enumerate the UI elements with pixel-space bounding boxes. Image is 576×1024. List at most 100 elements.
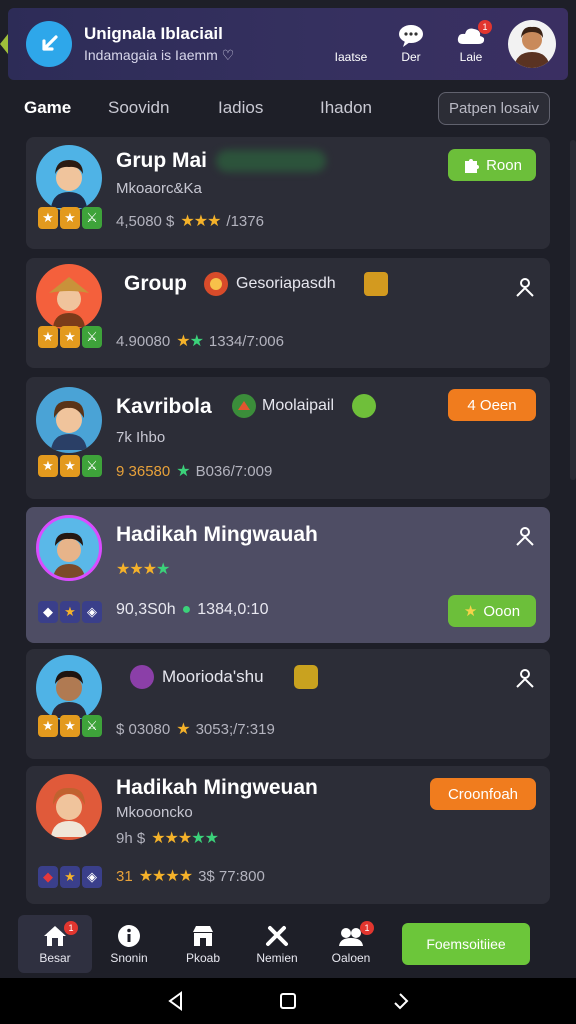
badge-chips: ★ ★ ⚔ <box>38 715 102 737</box>
profile-avatar[interactable] <box>508 20 556 68</box>
chat-icon <box>399 25 423 47</box>
nav-label: Nemien <box>256 950 298 965</box>
card-title: Hadikah Mingweuan <box>116 776 318 799</box>
badge-chips: ◆ ★ ◈ <box>38 601 102 623</box>
tab-ihadon[interactable]: Ihadon <box>320 98 410 118</box>
recents-icon[interactable] <box>390 991 410 1011</box>
member-icon[interactable] <box>514 276 536 298</box>
avatar <box>36 264 102 330</box>
header-action-label: Iaatse <box>334 50 368 64</box>
leaf-icon: ● <box>181 601 192 618</box>
card-title: Grup Mai <box>116 149 208 172</box>
list-item[interactable]: ★ ★ ⚔ Grup Mai Mkoaorc&Ka 4,5080 $ ★★★ /… <box>26 137 550 249</box>
tab-soovidn[interactable]: Soovidn <box>108 98 218 118</box>
stat-value: 4,5080 $ <box>116 212 175 230</box>
gold-star-icon: ★ <box>60 866 80 888</box>
nav-item-oaloen[interactable]: 1 Oaloen <box>314 915 388 973</box>
gold-star-icon: ★ <box>38 455 58 477</box>
notification-badge: 1 <box>360 921 374 935</box>
nav-item-snonin[interactable]: Snonin <box>92 915 166 973</box>
card-stats: 4,5080 $ ★★★ /1376 <box>116 211 264 231</box>
recommendation-button[interactable]: Foemsoitiiee <box>402 923 530 965</box>
list-item[interactable]: ◆ ★ ◈ Hadikah Mingweuan Mkoooncko 9h $ ★… <box>26 766 550 904</box>
card-stats: $ 03080 ★ 3053;/7:319 <box>116 719 275 739</box>
emblem-icon <box>204 272 228 296</box>
gold-star-icon: ★ <box>38 715 58 737</box>
app-header: Unignala Iblaciail Indamagaia is Iaemm ♡… <box>8 8 568 80</box>
coin-icon <box>352 394 376 418</box>
nav-item-besar[interactable]: 1 Besar <box>18 915 92 973</box>
gold-star-icon: ★ <box>38 207 58 229</box>
shield-icon: ◈ <box>82 866 102 888</box>
gold-star-icon: ★ <box>60 601 80 623</box>
card-tag: Moolaipail <box>262 397 335 414</box>
card-stats: 9 36580 ★ B036/7:009 <box>116 461 272 481</box>
card-subtitle-secondary: 9h $ <box>116 829 146 847</box>
stat-value: 90,3S0h <box>116 601 176 618</box>
chest-icon <box>294 665 318 689</box>
card-stats: 4.90080 ★★ 1334/7:006 <box>116 331 284 351</box>
stat-value-secondary: 3053;/7:319 <box>195 720 275 738</box>
home-square-icon[interactable] <box>279 992 297 1010</box>
gold-star-icon: ★ <box>60 455 80 477</box>
emblem-icon <box>232 394 256 418</box>
card-stats: 31 ★★★★ 3$ 77:800 <box>116 866 265 886</box>
card-subtitle: Mkoooncko <box>116 804 193 821</box>
header-action-iaatse[interactable]: Iaatse <box>324 24 378 64</box>
sword-icon: ⚔ <box>82 326 102 348</box>
scrollbar[interactable] <box>570 140 576 480</box>
app-subtitle: Indamagaia is Iaemm ♡ <box>84 47 235 63</box>
list-item[interactable]: ★ ★ ⚔ Kavribola Moolaipail 7k Ihbo 9 365… <box>26 377 550 499</box>
join-button-label: Roon <box>486 156 522 174</box>
card-subtitle: Mkoaorc&Ka <box>116 180 202 197</box>
shield-icon: ◈ <box>82 601 102 623</box>
avatar <box>36 515 102 581</box>
back-edge-arrow[interactable] <box>0 34 8 54</box>
avatar <box>36 145 102 211</box>
filter-button[interactable]: Patpen losaiv <box>437 91 550 125</box>
rating-stars: ★ <box>176 721 190 738</box>
avatar <box>36 387 102 453</box>
card-title: Moorioda'shu <box>162 667 264 686</box>
shop-icon <box>193 925 213 946</box>
card-title: Kavribola <box>116 395 212 418</box>
join-button[interactable]: Roon <box>448 149 536 181</box>
list-item-selected[interactable]: ◆ ★ ◈ Hadikah Mingwauah ★★★★ 90,3S0h ● 1… <box>26 507 550 643</box>
nav-item-nemien[interactable]: Nemien <box>240 915 314 973</box>
card-title: Hadikah Mingwauah <box>116 523 318 546</box>
title-block: Unignala Iblaciail Indamagaia is Iaemm ♡ <box>84 23 318 65</box>
header-action-laie[interactable]: 1 Laie <box>444 20 498 64</box>
join-button[interactable]: ★ Ooon <box>448 595 536 627</box>
list-item[interactable]: ★ ★ ⚔ Group Gesoriapasdh 4.90080 ★★ 1334… <box>26 258 550 368</box>
nav-label: Besar <box>39 950 71 965</box>
system-navigation-bar <box>0 978 576 1024</box>
join-button[interactable]: Croonfoah <box>430 778 536 810</box>
header-action-der[interactable]: Der <box>384 24 438 64</box>
card-title: Group <box>124 272 187 295</box>
join-button[interactable]: 4 Oeen <box>448 389 536 421</box>
stat-value-secondary: 1384,0:10 <box>197 601 269 618</box>
member-icon[interactable] <box>514 525 536 547</box>
star-icon: ★ <box>463 603 478 620</box>
gold-star-icon: ★ <box>38 326 58 348</box>
nav-item-pkoab[interactable]: Pkoab <box>166 915 240 973</box>
badge-chips: ★ ★ ⚔ <box>38 207 102 229</box>
list-item[interactable]: ★ ★ ⚔ Moorioda'shu $ 03080 ★ 3053;/7:319 <box>26 649 550 759</box>
tools-icon <box>266 925 288 946</box>
card-subtitle: 7k Ihbo <box>116 429 166 446</box>
stat-value: $ 03080 <box>116 720 171 738</box>
tab-game[interactable]: Game <box>24 98 108 118</box>
stat-value: 9 36580 <box>116 462 171 480</box>
sword-icon: ⚔ <box>82 207 102 229</box>
stat-value: 4.90080 <box>116 332 171 350</box>
rating-stars: ★★ <box>176 333 204 350</box>
card-tag: Gesoriapasdh <box>236 275 336 292</box>
stat-value-secondary: /1376 <box>226 212 264 230</box>
stat-value-secondary: B036/7:009 <box>195 462 273 480</box>
tab-iadios[interactable]: Iadios <box>218 98 320 118</box>
member-icon[interactable] <box>514 667 536 689</box>
join-button-label: Ooon <box>483 602 521 620</box>
gold-star-icon: ★ <box>60 326 80 348</box>
emblem-icon <box>130 665 154 689</box>
back-icon[interactable] <box>166 991 186 1011</box>
